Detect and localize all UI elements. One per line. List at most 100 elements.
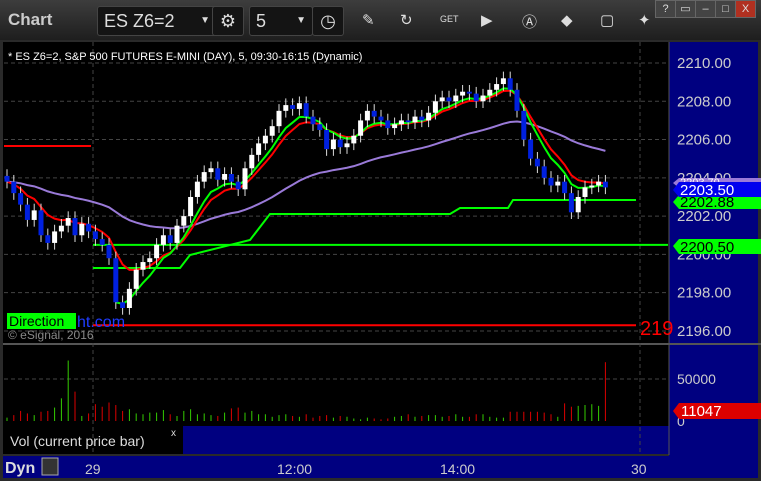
price-tick: 2198.00 (677, 285, 731, 302)
candle (174, 225, 180, 243)
green-label-2: 2200.50 (680, 239, 734, 256)
candle (140, 262, 146, 270)
dyn-label[interactable]: Dyn (5, 460, 35, 477)
candle (126, 288, 132, 308)
candle (480, 95, 486, 102)
candle (371, 110, 377, 117)
candle (160, 235, 166, 245)
chart-header: * ES Z6=2, S&P 500 FUTURES E-MINI (DAY),… (8, 51, 362, 63)
chart-canvas[interactable]: * ES Z6=2, S&P 500 FUTURES E-MINI (DAY),… (0, 0, 761, 481)
candle (446, 97, 452, 102)
candle (562, 181, 568, 194)
close-study-icon[interactable]: x (171, 428, 176, 439)
candle (453, 95, 459, 102)
candle (181, 216, 187, 226)
candle (24, 204, 30, 220)
last-price-label: 2203.50 (680, 182, 734, 199)
candle (364, 110, 370, 121)
candle (262, 135, 268, 144)
price-tick: 2210.00 (677, 55, 731, 72)
candle (432, 101, 438, 113)
candle (528, 139, 534, 159)
candle (215, 168, 221, 180)
candle (276, 110, 282, 127)
candle (575, 196, 581, 213)
candle (249, 154, 255, 169)
candle (507, 78, 513, 90)
candle (602, 181, 608, 188)
candle (242, 168, 248, 190)
candle (344, 143, 350, 148)
candle (194, 181, 200, 197)
candle (147, 258, 153, 263)
volume-label: 11047 (681, 403, 722, 420)
candle (290, 105, 296, 109)
candle (72, 218, 78, 236)
candle (52, 231, 58, 243)
candle (113, 258, 119, 303)
candle (235, 181, 241, 190)
price-tick: 2206.00 (677, 132, 731, 149)
candle (487, 89, 493, 96)
red-level-label: 219 (640, 318, 673, 340)
candle (466, 91, 472, 94)
candle (269, 126, 275, 136)
candle (228, 174, 234, 182)
price-tick: 2208.00 (677, 93, 731, 110)
candle (494, 84, 500, 90)
candle (439, 97, 445, 102)
candle (337, 139, 343, 148)
copyright: © eSignal, 2016 (8, 328, 94, 342)
candle (65, 218, 71, 226)
candle (398, 120, 404, 125)
candle (86, 223, 92, 232)
candle (11, 181, 17, 194)
candle (548, 177, 554, 186)
candle (133, 269, 139, 289)
candle (385, 120, 391, 129)
candle (589, 185, 595, 188)
candle (392, 124, 398, 129)
candle (154, 244, 160, 259)
price-tick: 2196.00 (677, 323, 731, 340)
candle (79, 223, 85, 236)
time-tick-30: 30 (631, 461, 647, 477)
candle (317, 124, 323, 130)
candle (378, 116, 384, 121)
candle (222, 174, 228, 180)
candle (514, 89, 520, 111)
candle (412, 116, 418, 123)
candle (4, 175, 10, 182)
candle (58, 225, 64, 232)
study-panel (183, 426, 669, 454)
candle (296, 103, 302, 109)
candle (38, 210, 44, 236)
candle (99, 239, 105, 245)
candle (534, 158, 540, 167)
time-tick-29: 29 (85, 461, 101, 477)
candle (541, 166, 547, 178)
time-tick-1200: 12:00 (277, 461, 312, 477)
candle (460, 91, 466, 96)
candle (582, 187, 588, 197)
candle (18, 193, 24, 205)
candle (330, 139, 336, 150)
volume-tick-50000: 50000 (677, 371, 716, 387)
candle (351, 135, 357, 144)
lock-icon[interactable] (41, 457, 59, 476)
candle (208, 168, 214, 173)
candle (324, 129, 330, 150)
watermark-green: Direction (9, 313, 64, 329)
candle (500, 78, 506, 85)
candle (473, 93, 479, 102)
candle (310, 116, 316, 125)
candle (92, 231, 98, 240)
candle (45, 235, 51, 243)
candle (405, 120, 411, 123)
candle (201, 172, 207, 182)
volume-study-label: Vol (current price bar) (10, 433, 145, 449)
time-tick-1400: 14:00 (440, 461, 475, 477)
candle (120, 302, 126, 308)
candle (31, 210, 37, 220)
candle (426, 112, 432, 121)
